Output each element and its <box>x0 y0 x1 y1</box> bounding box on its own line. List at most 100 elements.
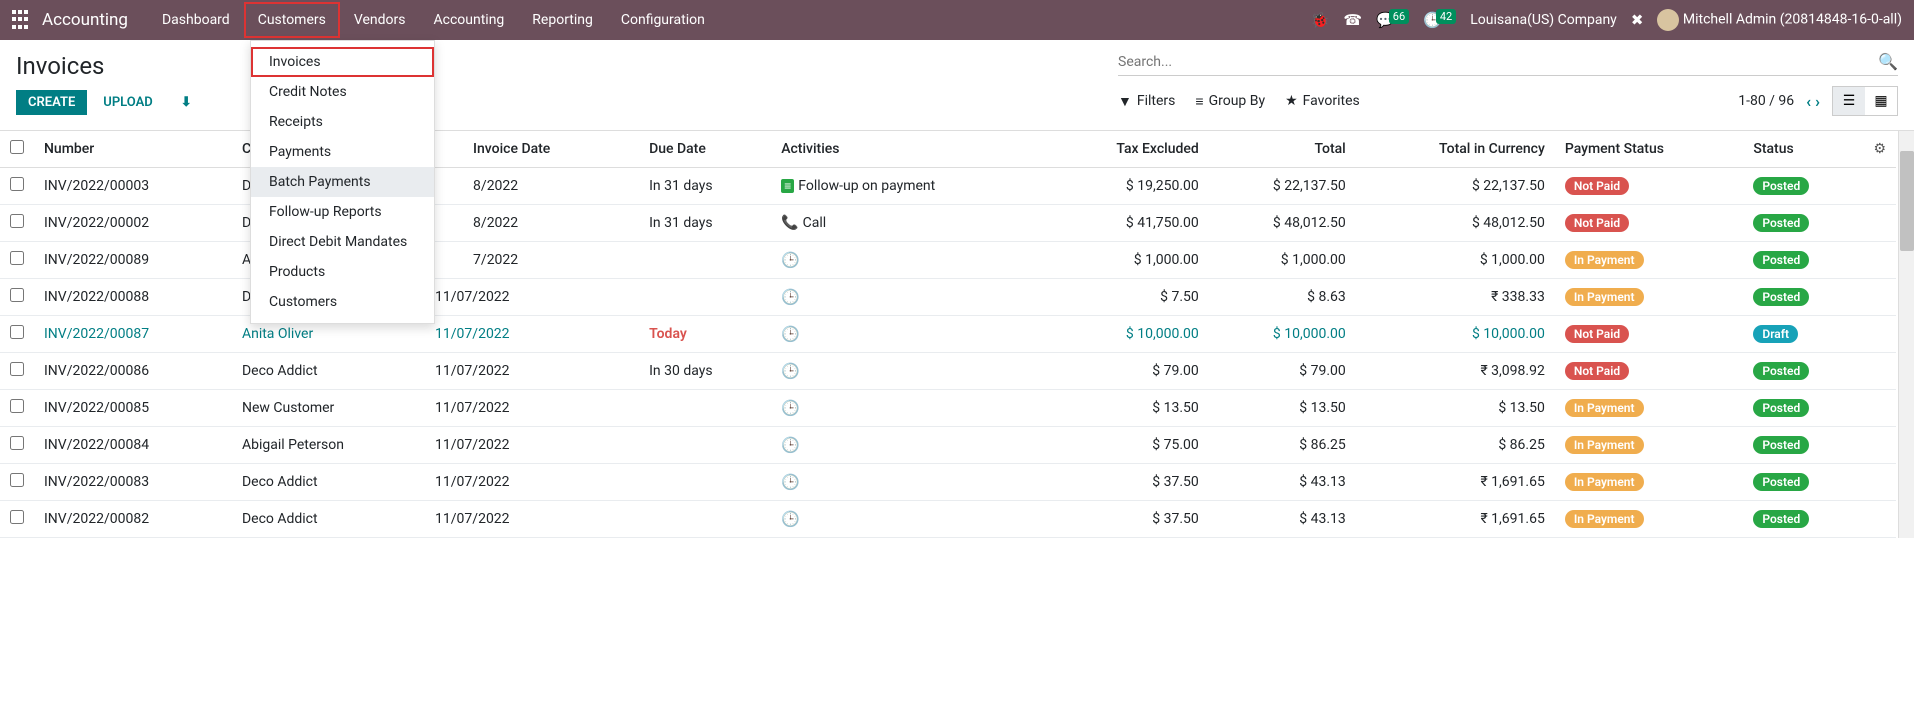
row-checkbox[interactable] <box>10 473 24 487</box>
support-icon[interactable]: ☎ <box>1343 11 1362 29</box>
nav-accounting[interactable]: Accounting <box>419 2 518 38</box>
col-total-currency[interactable]: Total in Currency <box>1356 131 1555 168</box>
nav-reporting[interactable]: Reporting <box>518 2 607 38</box>
pager-text[interactable]: 1-80 / 96 <box>1738 93 1794 109</box>
tools-icon[interactable]: ✖ <box>1631 11 1644 29</box>
status-badge: Posted <box>1753 251 1809 269</box>
row-checkbox[interactable] <box>10 510 24 524</box>
cell-due-date <box>639 501 771 538</box>
cell-activities[interactable]: 🕒 <box>771 390 1046 427</box>
search-icon[interactable]: 🔍 <box>1878 52 1898 71</box>
cell-activities[interactable]: 🕒 <box>771 316 1046 353</box>
cell-number: INV/2022/00086 <box>34 353 232 390</box>
messages-icon[interactable]: 💬66 <box>1376 11 1409 29</box>
search-input[interactable] <box>1118 52 1878 71</box>
dropdown-credit-notes[interactable]: Credit Notes <box>251 77 434 107</box>
col-payment-status[interactable]: Payment Status <box>1555 131 1744 168</box>
col-tax-excluded[interactable]: Tax Excluded <box>1047 131 1209 168</box>
row-select-cell <box>0 168 34 205</box>
row-checkbox[interactable] <box>10 177 24 191</box>
clock-icon[interactable]: 🕒 <box>781 510 800 528</box>
col-settings[interactable]: ⚙ <box>1863 131 1896 168</box>
cell-activities[interactable]: ≡Follow-up on payment <box>771 168 1046 205</box>
col-number[interactable]: Number <box>34 131 232 168</box>
row-select-cell <box>0 501 34 538</box>
filters-button[interactable]: ▼Filters <box>1118 93 1175 110</box>
cell-total: $ 22,137.50 <box>1209 168 1356 205</box>
nav-vendors[interactable]: Vendors <box>340 2 420 38</box>
cell-total-currency: ₹ 1,691.65 <box>1356 501 1555 538</box>
payment-status-badge: In Payment <box>1565 510 1644 528</box>
dropdown-receipts[interactable]: Receipts <box>251 107 434 137</box>
list-view-icon[interactable]: ☰ <box>1833 87 1865 115</box>
clock-icon[interactable]: 🕒 <box>781 325 800 343</box>
nav-customers[interactable]: Customers <box>244 2 340 38</box>
nav-configuration[interactable]: Configuration <box>607 2 719 38</box>
col-total[interactable]: Total <box>1209 131 1356 168</box>
pager-views: 1-80 / 96 ‹ › ☰ ▦ <box>1738 86 1898 116</box>
pager-prev[interactable]: ‹ <box>1806 92 1811 111</box>
bug-icon[interactable]: 🐞 <box>1311 11 1330 29</box>
clock-icon[interactable]: 🕒 <box>781 436 800 454</box>
dropdown-batch-payments[interactable]: Batch Payments <box>251 167 434 197</box>
clock-icon[interactable]: 🕒 <box>781 362 800 380</box>
cell-total: $ 13.50 <box>1209 390 1356 427</box>
activities-icon[interactable]: 🕒42 <box>1423 11 1456 29</box>
pager-next[interactable]: › <box>1815 92 1820 111</box>
create-button[interactable]: CREATE <box>16 90 87 115</box>
table-row[interactable]: INV/2022/00085 New Customer 11/07/2022 🕒… <box>0 390 1896 427</box>
row-checkbox[interactable] <box>10 436 24 450</box>
table-row[interactable]: INV/2022/00082 Deco Addict 11/07/2022 🕒 … <box>0 501 1896 538</box>
clock-icon[interactable]: 🕒 <box>781 473 800 491</box>
row-checkbox[interactable] <box>10 214 24 228</box>
cell-total-currency: $ 13.50 <box>1356 390 1555 427</box>
upload-button[interactable]: UPLOAD <box>91 90 164 115</box>
favorites-button[interactable]: ★Favorites <box>1285 93 1360 109</box>
cell-activities[interactable]: 🕒 <box>771 427 1046 464</box>
user-menu[interactable]: Mitchell Admin (20814848-16-0-all) <box>1657 9 1902 31</box>
cell-tax-excluded: $ 1,000.00 <box>1047 242 1209 279</box>
cell-activities[interactable]: 🕒 <box>771 501 1046 538</box>
cell-activities[interactable]: 🕒 <box>771 353 1046 390</box>
group-by-button[interactable]: ≡Group By <box>1195 93 1265 110</box>
nav-menu: Dashboard Customers Vendors Accounting R… <box>148 2 719 38</box>
dropdown-products[interactable]: Products <box>251 257 434 287</box>
table-row[interactable]: INV/2022/00084 Abigail Peterson 11/07/20… <box>0 427 1896 464</box>
row-checkbox[interactable] <box>10 325 24 339</box>
table-row[interactable]: INV/2022/00083 Deco Addict 11/07/2022 🕒 … <box>0 464 1896 501</box>
clock-icon[interactable]: 🕒 <box>781 288 800 306</box>
cell-activities[interactable]: 🕒 <box>771 279 1046 316</box>
cell-status: Posted <box>1743 390 1863 427</box>
col-invoice-date[interactable]: Invoice Date <box>425 131 639 168</box>
nav-dashboard[interactable]: Dashboard <box>148 2 244 38</box>
clock-icon[interactable]: 🕒 <box>781 399 800 417</box>
row-checkbox[interactable] <box>10 251 24 265</box>
scrollbar-thumb[interactable] <box>1900 151 1914 251</box>
apps-icon[interactable] <box>12 10 32 30</box>
col-status[interactable]: Status <box>1743 131 1863 168</box>
dropdown-followup-reports[interactable]: Follow-up Reports <box>251 197 434 227</box>
col-activities[interactable]: Activities <box>771 131 1046 168</box>
cell-activities[interactable]: 🕒 <box>771 242 1046 279</box>
dropdown-invoices[interactable]: Invoices <box>251 47 434 77</box>
select-all-checkbox[interactable] <box>10 140 24 154</box>
kanban-view-icon[interactable]: ▦ <box>1865 87 1897 115</box>
cell-activities[interactable]: 📞Call <box>771 205 1046 242</box>
col-due-date[interactable]: Due Date <box>639 131 771 168</box>
row-checkbox[interactable] <box>10 362 24 376</box>
clock-icon[interactable]: 🕒 <box>781 251 800 269</box>
row-checkbox[interactable] <box>10 288 24 302</box>
dropdown-direct-debit[interactable]: Direct Debit Mandates <box>251 227 434 257</box>
cell-tax-excluded: $ 37.50 <box>1047 464 1209 501</box>
nav-right: 🐞 ☎ 💬66 🕒42 Louisana(US) Company ✖ Mitch… <box>1311 9 1902 31</box>
dropdown-payments[interactable]: Payments <box>251 137 434 167</box>
cell-activities[interactable]: 🕒 <box>771 464 1046 501</box>
cell-total-currency: $ 1,000.00 <box>1356 242 1555 279</box>
dropdown-customers[interactable]: Customers <box>251 287 434 317</box>
download-icon[interactable]: ⬇ <box>169 90 204 115</box>
scrollbar[interactable] <box>1898 131 1914 538</box>
payment-status-badge: Not Paid <box>1565 325 1629 343</box>
row-checkbox[interactable] <box>10 399 24 413</box>
company-switcher[interactable]: Louisana(US) Company <box>1470 12 1617 28</box>
table-row[interactable]: INV/2022/00086 Deco Addict 11/07/2022 In… <box>0 353 1896 390</box>
